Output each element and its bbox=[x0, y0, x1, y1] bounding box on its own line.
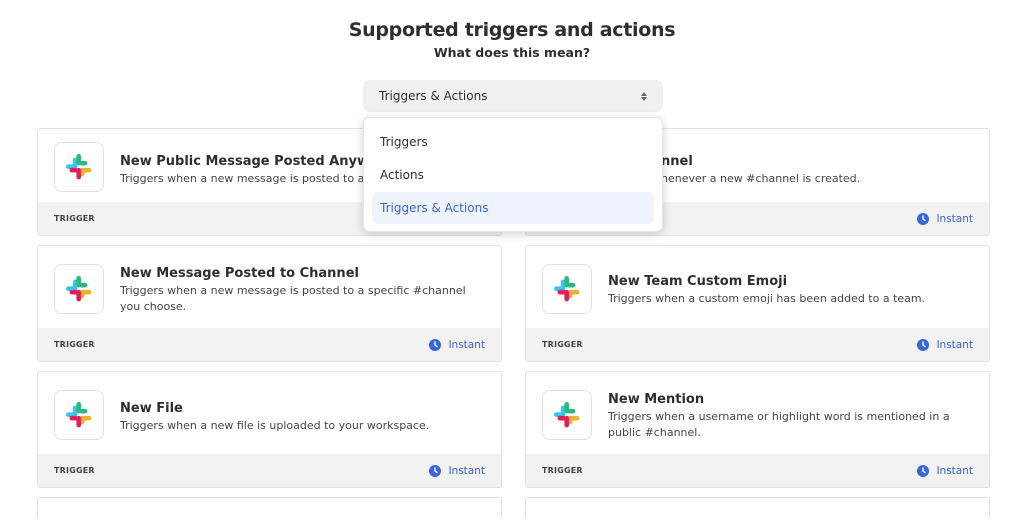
clock-icon bbox=[917, 212, 930, 225]
card-title: New Message Posted to Channel bbox=[120, 266, 359, 281]
filter-option-actions[interactable]: Actions bbox=[372, 159, 654, 191]
trigger-card[interactable] bbox=[525, 497, 990, 519]
filter-option-triggers[interactable]: Triggers bbox=[372, 126, 654, 158]
card-footer: TRIGGER Instant bbox=[38, 328, 501, 361]
trigger-tag: TRIGGER bbox=[54, 214, 95, 223]
card-footer: TRIGGER Instant bbox=[526, 328, 989, 361]
trigger-card[interactable]: New Message Posted to Channel Triggers w… bbox=[37, 245, 502, 362]
page-title: Supported triggers and actions bbox=[348, 19, 676, 41]
card-title: New Team Custom Emoji bbox=[608, 274, 788, 289]
instant-badge: Instant bbox=[917, 338, 973, 351]
card-title: nnel bbox=[661, 154, 693, 169]
slack-logo-icon bbox=[54, 142, 104, 192]
clock-icon bbox=[917, 464, 930, 477]
card-footer: TRIGGER Instant bbox=[38, 454, 501, 487]
what-does-this-mean-link[interactable]: What does this mean? bbox=[0, 45, 1024, 60]
trigger-tag: TRIGGER bbox=[542, 466, 583, 475]
clock-icon bbox=[429, 464, 442, 477]
filter-option-triggers-and-actions[interactable]: Triggers & Actions bbox=[372, 192, 654, 224]
card-description: Triggers when a new message is posted to… bbox=[120, 284, 466, 313]
slack-logo-icon bbox=[542, 264, 592, 314]
instant-badge: Instant bbox=[429, 338, 485, 351]
card-title: New Mention bbox=[608, 392, 705, 407]
card-description: Triggers when a username or highlight wo… bbox=[608, 410, 950, 439]
instant-badge: Instant bbox=[917, 464, 973, 477]
card-title: New Public Message Posted Anywhere bbox=[120, 154, 403, 169]
instant-badge: Instant bbox=[917, 212, 973, 225]
trigger-card[interactable] bbox=[37, 497, 502, 519]
card-title: New File bbox=[120, 401, 183, 416]
clock-icon bbox=[917, 338, 930, 351]
slack-logo-icon bbox=[54, 264, 104, 314]
page-header: Supported triggers and actions What does… bbox=[0, 19, 1024, 60]
slack-logo-icon bbox=[54, 390, 104, 440]
card-description: Triggers when a new file is uploaded to … bbox=[120, 419, 430, 432]
card-description: Triggers when a new message is posted to… bbox=[120, 172, 378, 185]
trigger-card[interactable]: New File Triggers when a new file is upl… bbox=[37, 371, 502, 488]
trigger-tag: TRIGGER bbox=[54, 466, 95, 475]
clock-icon bbox=[429, 338, 442, 351]
sort-arrows-icon bbox=[641, 91, 647, 101]
instant-badge: Instant bbox=[429, 464, 485, 477]
slack-logo-icon bbox=[542, 390, 592, 440]
trigger-action-filter-select[interactable]: Triggers & Actions bbox=[363, 80, 663, 112]
trigger-tag: TRIGGER bbox=[54, 340, 95, 349]
filter-selected-value: Triggers & Actions bbox=[379, 89, 488, 103]
card-description: Triggers when a custom emoji has been ad… bbox=[608, 292, 926, 305]
trigger-tag: TRIGGER bbox=[542, 340, 583, 349]
trigger-card[interactable]: New Team Custom Emoji Triggers when a cu… bbox=[525, 245, 990, 362]
card-description: henever a new #channel is created. bbox=[661, 172, 861, 185]
card-footer: TRIGGER Instant bbox=[526, 454, 989, 487]
trigger-card[interactable]: New Mention Triggers when a username or … bbox=[525, 371, 990, 488]
filter-dropdown-menu: Triggers Actions Triggers & Actions bbox=[363, 117, 663, 232]
